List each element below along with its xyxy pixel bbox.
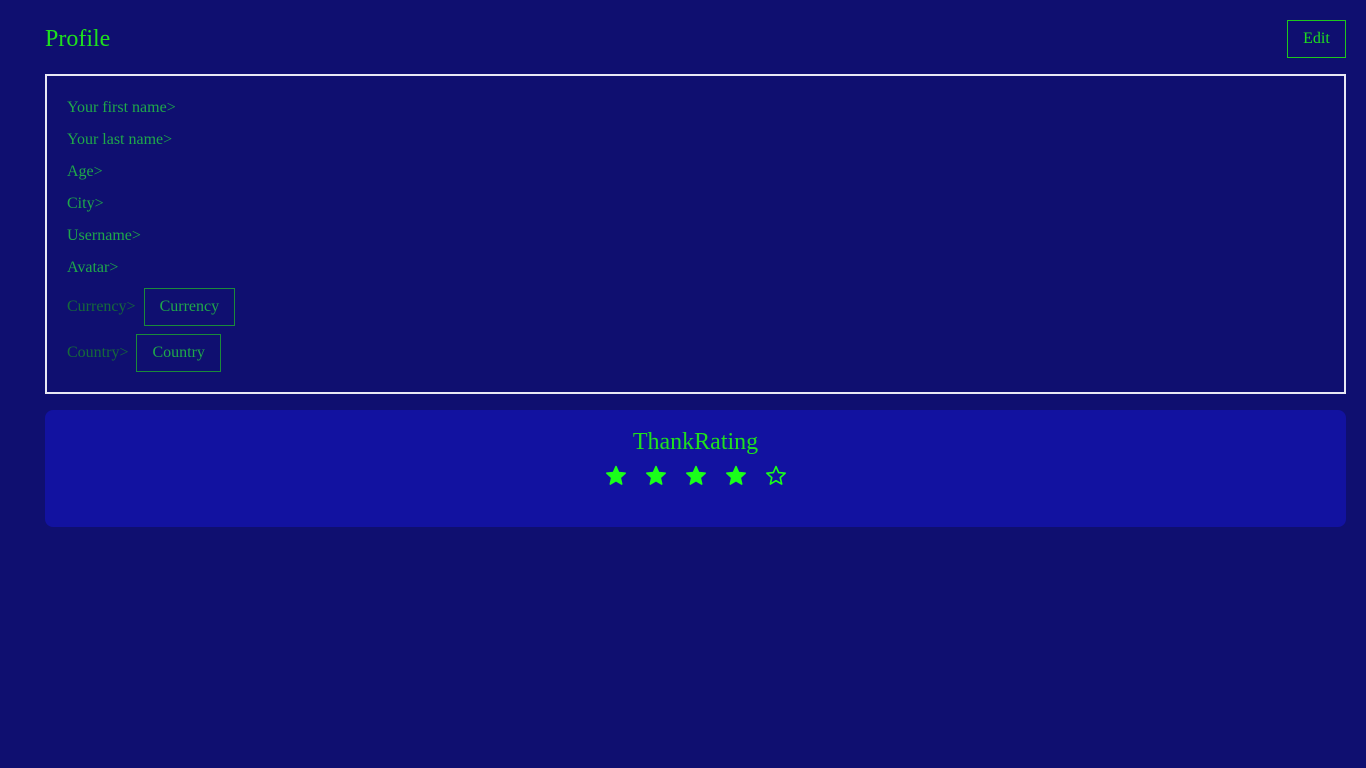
page-title: Profile [45, 26, 111, 52]
profile-details-panel: Your first name> Your last name> Age> Ci… [45, 74, 1346, 394]
currency-select[interactable]: Currency [143, 288, 236, 326]
rating-title: ThankRating [632, 429, 759, 455]
city-field[interactable]: City> [67, 194, 104, 214]
username-field[interactable]: Username> [67, 226, 141, 246]
edit-button[interactable]: Edit [1287, 20, 1346, 58]
star-rating [45, 464, 1346, 488]
country-row: Country> Country [67, 334, 221, 372]
last-name-field[interactable]: Your last name> [67, 130, 172, 150]
avatar-field[interactable]: Avatar> [67, 258, 118, 278]
country-label: Country> [67, 344, 129, 361]
first-name-field[interactable]: Your first name> [67, 98, 176, 118]
star-filled-icon[interactable] [684, 464, 708, 488]
profile-page: Profile Edit Your first name> Your last … [0, 0, 1366, 768]
currency-label: Currency> [67, 298, 136, 315]
rating-card: ThankRating [45, 410, 1346, 527]
star-filled-icon[interactable] [644, 464, 668, 488]
country-select[interactable]: Country [136, 334, 221, 372]
age-field[interactable]: Age> [67, 162, 103, 182]
star-filled-icon[interactable] [724, 464, 748, 488]
star-empty-icon[interactable] [764, 464, 788, 488]
star-filled-icon[interactable] [604, 464, 628, 488]
currency-row: Currency> Currency [67, 288, 236, 326]
